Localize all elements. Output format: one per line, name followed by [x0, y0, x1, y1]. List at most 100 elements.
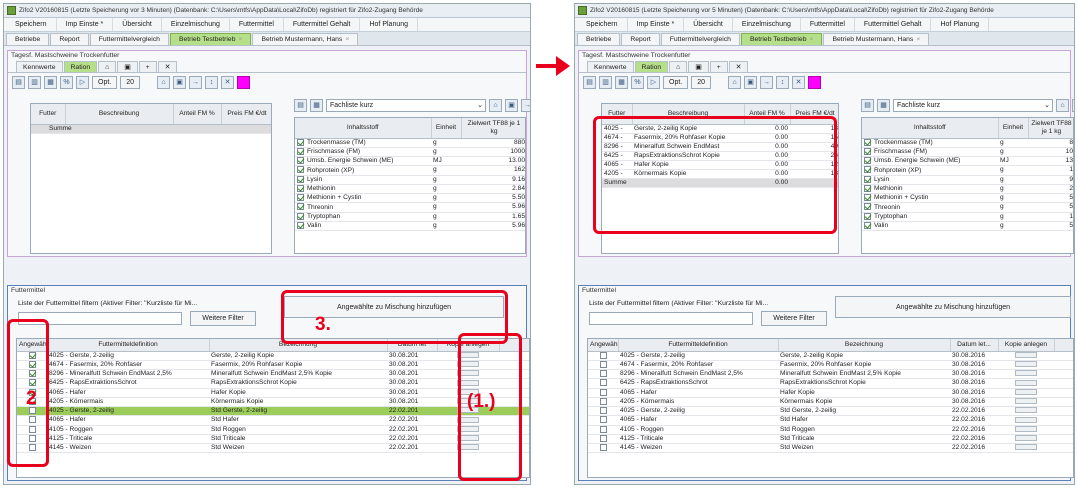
table-row[interactable]: Valin g 5.96 — [295, 221, 525, 232]
table-row[interactable]: 4025 - Gerste, 2-zeilig Std Gerste, 2-zei… — [17, 406, 529, 417]
menu-item-einzelmischung[interactable]: Einzelmischung — [162, 18, 230, 31]
checkbox-cell[interactable] — [588, 443, 618, 454]
checkbox-icon[interactable] — [599, 425, 607, 433]
checkbox-cell[interactable] — [588, 351, 618, 361]
table-row[interactable]: Methionin + Cystin g 5.50 — [295, 193, 525, 204]
table-row[interactable]: 4105 - Roggen Std Roggen 22.02.2016 — [588, 425, 1073, 435]
subtab-kennwerte[interactable]: Kennwerte — [587, 61, 634, 72]
subtab-print-icon[interactable]: ⌂ — [98, 61, 117, 72]
table-row[interactable]: 4205 - Körnermais Körnermais Kopie 30.08.2… — [17, 397, 529, 408]
table-row[interactable]: 4025 - Gerste, 2-zeilig Gerste, 2-zeilig … — [588, 351, 1073, 361]
arrow-right-icon[interactable]: → — [189, 75, 203, 89]
menu-item-uebersicht[interactable]: Übersicht — [113, 18, 162, 31]
tab-report[interactable]: Report — [50, 33, 89, 45]
checkbox-icon[interactable] — [864, 166, 871, 174]
print-icon[interactable]: ⌂ — [1056, 99, 1069, 112]
table-row[interactable]: 4674 - Fasermix, 20% Rohfaser Fasermix, 2… — [588, 360, 1073, 371]
subtab-ration[interactable]: Ration — [63, 61, 98, 72]
close-icon[interactable]: × — [810, 36, 814, 43]
tab-betrieb-mustermann[interactable]: Betrieb Mustermann, Hans × — [823, 33, 930, 45]
col-datum[interactable]: Datum let... — [950, 339, 999, 352]
col-kopie-anlegen[interactable]: Kopie anlegen — [998, 339, 1055, 352]
checkbox-icon[interactable] — [297, 138, 304, 146]
grid-icon[interactable]: ▦ — [615, 75, 628, 89]
checkbox-icon[interactable] — [599, 360, 607, 368]
grid-icon[interactable]: ▦ — [310, 99, 323, 112]
menu-item-hof-planung[interactable]: Hof Planung — [360, 18, 419, 31]
table-row[interactable]: 6425 - RapsExtraktionsSchrot RapsExtrakti… — [17, 378, 529, 389]
tab-betriebe[interactable]: Betriebe — [6, 33, 50, 45]
table-row[interactable]: 4105 - Roggen Std Roggen 22.02.201 — [17, 425, 529, 435]
grid-icon[interactable]: ▦ — [877, 99, 890, 112]
color-swatch[interactable] — [237, 75, 251, 89]
subtab-save-icon[interactable]: ▣ — [117, 61, 138, 72]
close-icon[interactable]: × — [239, 36, 243, 43]
chart-icon[interactable]: ▥ — [28, 75, 41, 89]
menu-item-import[interactable]: Imp Einste * — [628, 18, 685, 31]
menu-item-futtermittel-gehalt[interactable]: Futtermittel Gehalt — [284, 18, 361, 31]
table-row[interactable]: Rohprotein (XP) g 1 — [862, 165, 1073, 176]
add-to-mix-button[interactable]: Angewählte zu Mischung hinzufügen — [835, 296, 1071, 318]
checkbox-icon[interactable] — [297, 221, 304, 229]
checkbox-icon[interactable] — [864, 138, 871, 146]
subtab-close-icon[interactable]: ✕ — [157, 61, 178, 72]
col-beschreibung[interactable]: Beschreibung — [65, 104, 174, 125]
kopie-anlegen-button[interactable] — [1015, 416, 1037, 423]
menu-item-hof-planung[interactable]: Hof Planung — [931, 18, 990, 31]
checkbox-icon[interactable] — [864, 175, 871, 183]
table-row[interactable]: Tryptophan g 1 — [862, 212, 1073, 222]
col-inhaltsstoff[interactable]: Inhaltsstoff — [295, 118, 432, 139]
checkbox-icon[interactable] — [599, 351, 607, 359]
tab-betriebe[interactable]: Betriebe — [577, 33, 621, 45]
print-preview-icon[interactable]: ▣ — [173, 75, 187, 89]
checkbox-cell[interactable] — [588, 397, 618, 408]
checkbox-icon[interactable] — [297, 212, 304, 220]
table-row-summe[interactable]: Summe — [31, 124, 271, 134]
delete-icon[interactable]: ✕ — [792, 75, 806, 89]
table-row[interactable]: Threonin g 5 — [862, 202, 1073, 213]
subtab-close-icon[interactable]: ✕ — [728, 61, 749, 72]
checkbox-icon[interactable] — [599, 397, 607, 405]
checkbox-cell[interactable] — [588, 369, 618, 380]
kopie-anlegen-button[interactable] — [1015, 435, 1037, 442]
table-row[interactable]: 4065 - Hafer Std Hafer 22.02.2016 — [588, 415, 1073, 426]
checkbox-icon[interactable] — [864, 203, 871, 211]
checkbox-icon[interactable] — [297, 147, 304, 155]
tab-futtermittelvergleich[interactable]: Futtermittelvergleich — [660, 33, 740, 45]
tab-betrieb-testbetrieb[interactable]: Betrieb Testbetrieb × — [169, 33, 252, 45]
arrow-right-icon[interactable]: → — [521, 99, 530, 112]
table-row[interactable]: Frischmasse (FM) g 10 — [862, 147, 1073, 158]
table-row[interactable]: 4125 - Triticale Std Triticale 22.02.2016 — [588, 434, 1073, 445]
menu-item-uebersicht[interactable]: Übersicht — [684, 18, 733, 31]
checkbox-icon[interactable] — [864, 157, 871, 164]
table-row[interactable]: 4025 - Gerste, 2-zeilig Std Gerste, 2-zei… — [588, 406, 1073, 417]
table-row[interactable]: 4205 - Körnermais Körnermais Kopie 30.08.2… — [588, 397, 1073, 408]
document-icon[interactable]: ▤ — [12, 75, 25, 89]
checkbox-cell[interactable] — [588, 378, 618, 389]
table-row[interactable]: Tryptophan g 1.65 — [295, 212, 525, 222]
checkbox-icon[interactable] — [297, 203, 304, 211]
table-row[interactable]: Valin g 5 — [862, 221, 1073, 232]
checkbox-icon[interactable] — [599, 444, 607, 451]
table-row[interactable]: Lysin g 9.16 — [295, 175, 525, 185]
opt-button[interactable]: Opt. — [92, 75, 118, 89]
table-row[interactable]: 4145 - Weizen Std Weizen 22.02.201 — [17, 443, 529, 454]
col-einheit[interactable]: Einheit — [998, 118, 1029, 139]
tab-report[interactable]: Report — [621, 33, 660, 45]
weitere-filter-button[interactable]: Weitere Filter — [761, 311, 827, 326]
table-row[interactable]: Umsb. Energie Schwein (ME) MJ 13 — [862, 156, 1073, 167]
subtab-print-icon[interactable]: ⌂ — [669, 61, 688, 72]
print-icon[interactable]: ⌂ — [489, 99, 502, 112]
checkbox-icon[interactable] — [864, 194, 871, 201]
kopie-anlegen-button[interactable] — [1015, 398, 1037, 405]
kopie-anlegen-button[interactable] — [1015, 361, 1037, 368]
sort-icon[interactable]: ↕ — [776, 75, 790, 89]
col-anteil[interactable]: Anteil FM % — [173, 104, 222, 125]
tab-futtermittelvergleich[interactable]: Futtermittelvergleich — [89, 33, 169, 45]
table-row[interactable]: Methionin g 2 — [862, 184, 1073, 195]
col-futter[interactable]: Futter — [31, 104, 66, 125]
twenty-button[interactable]: 20 — [691, 75, 712, 89]
table-row[interactable]: 4065 - Hafer Hafer Kopie 30.08.201 — [17, 388, 529, 398]
export-icon[interactable]: ▷ — [647, 75, 660, 89]
checkbox-icon[interactable] — [297, 175, 304, 183]
